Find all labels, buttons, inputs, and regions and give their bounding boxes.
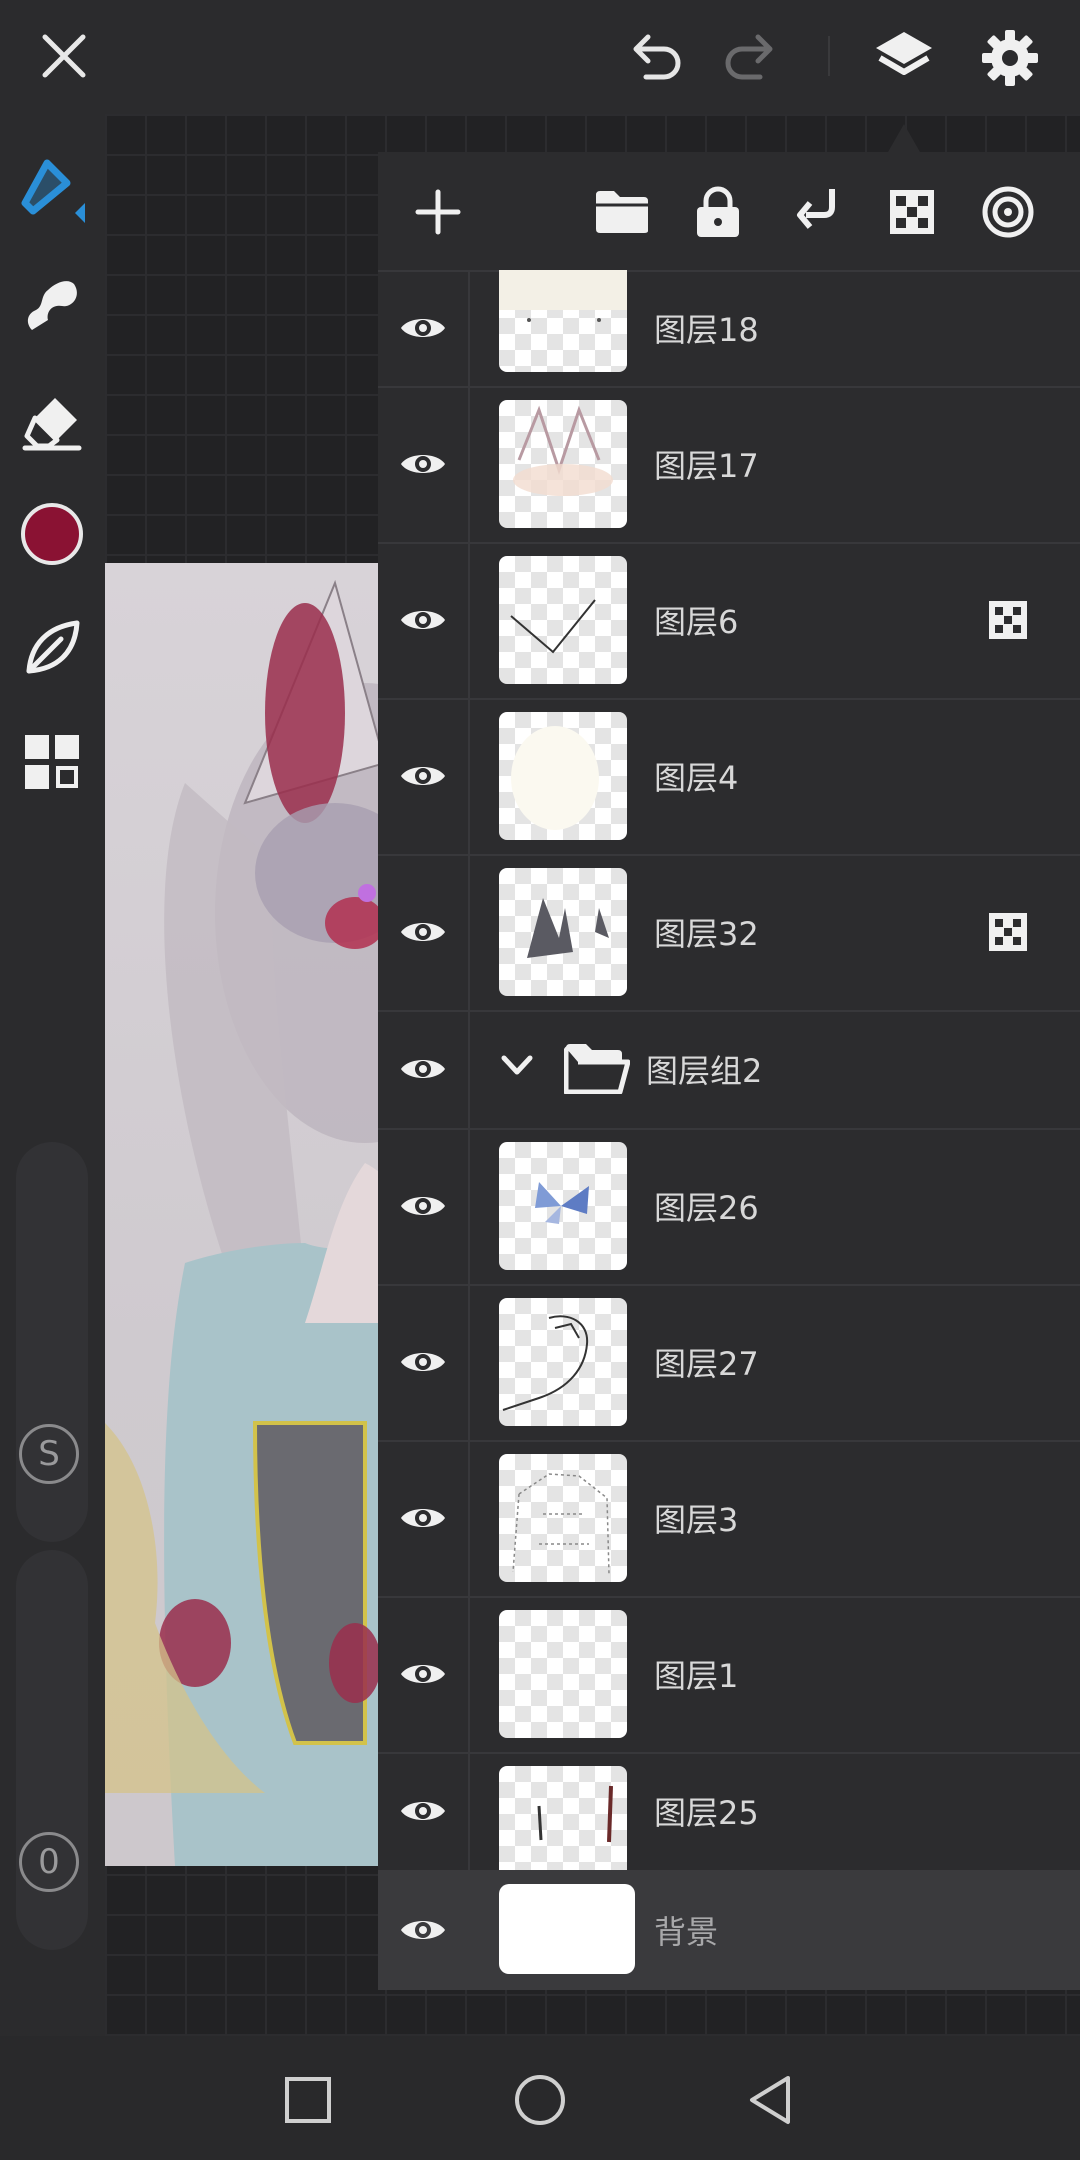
- folder-icon[interactable]: [590, 180, 654, 244]
- visibility-eye-icon[interactable]: [378, 1440, 470, 1596]
- layer-name: 图层26: [654, 1189, 759, 1227]
- visibility-eye-icon[interactable]: [378, 698, 470, 854]
- eraser-tool-icon[interactable]: [16, 386, 88, 458]
- layer-name: 图层32: [654, 915, 759, 953]
- layer-row[interactable]: 图层25: [378, 1752, 1080, 1870]
- layer-row[interactable]: 图层1: [378, 1596, 1080, 1754]
- background-layer-row[interactable]: 背景: [378, 1870, 1080, 1990]
- layer-thumbnail: [499, 868, 627, 996]
- layer-name: 图层17: [654, 447, 759, 485]
- home-circle-icon[interactable]: [504, 2064, 576, 2136]
- visibility-eye-icon[interactable]: [378, 1128, 470, 1284]
- layer-row[interactable]: 图层32: [378, 854, 1080, 1012]
- visibility-eye-icon[interactable]: [378, 1284, 470, 1440]
- layer-thumbnail: [499, 270, 627, 372]
- layers-panel-pointer: [888, 124, 920, 152]
- gear-icon[interactable]: [974, 22, 1046, 94]
- layer-row[interactable]: 图层3: [378, 1440, 1080, 1598]
- color-swatch[interactable]: [16, 498, 88, 570]
- materials-grid-icon[interactable]: [16, 726, 88, 798]
- pen-tool-icon[interactable]: [16, 154, 88, 226]
- layer-row[interactable]: 图层18: [378, 270, 1080, 388]
- layer-row[interactable]: 图层26: [378, 1128, 1080, 1286]
- alpha-lock-icon[interactable]: [880, 180, 944, 244]
- layers-panel-toolbar: [378, 152, 1080, 272]
- merge-down-icon[interactable]: [784, 180, 848, 244]
- layer-thumbnail: [499, 556, 627, 684]
- chevron-down-icon[interactable]: [500, 1054, 534, 1078]
- alpha-lock-badge-icon: [989, 601, 1027, 639]
- visibility-eye-icon[interactable]: [378, 386, 470, 542]
- layer-name: 图层4: [654, 759, 739, 797]
- layer-group-row[interactable]: 图层组2: [378, 1010, 1080, 1130]
- redo-icon[interactable]: [720, 26, 784, 90]
- layer-row[interactable]: 图层27: [378, 1284, 1080, 1442]
- lock-icon[interactable]: [686, 180, 750, 244]
- toolbar-divider: [828, 36, 830, 76]
- back-triangle-icon[interactable]: [734, 2064, 806, 2136]
- visibility-eye-icon[interactable]: [378, 542, 470, 698]
- layer-thumbnail: [499, 400, 627, 528]
- layer-row[interactable]: 图层17: [378, 386, 1080, 544]
- layer-thumbnail: [499, 1454, 627, 1582]
- visibility-eye-icon[interactable]: [378, 854, 470, 1010]
- layer-thumbnail: [499, 1298, 627, 1426]
- brush-opacity-badge[interactable]: 0: [19, 1832, 79, 1892]
- add-layer-icon[interactable]: [406, 180, 470, 244]
- open-folder-icon: [564, 1044, 630, 1094]
- visibility-eye-icon[interactable]: [378, 1870, 468, 1990]
- undo-icon[interactable]: [622, 26, 686, 90]
- left-toolbar: S 0: [0, 114, 105, 2036]
- top-bar: [0, 0, 1080, 114]
- layer-name: 图层25: [654, 1794, 759, 1832]
- layers-icon[interactable]: [868, 22, 940, 94]
- layer-name: 图层1: [654, 1657, 739, 1695]
- layer-thumbnail: [499, 1142, 627, 1270]
- visibility-eye-icon[interactable]: [378, 1596, 470, 1752]
- visibility-eye-icon[interactable]: [378, 1752, 470, 1870]
- layer-row[interactable]: 图层6: [378, 542, 1080, 700]
- layer-thumbnail: [499, 1610, 627, 1738]
- layer-thumbnail: [499, 1766, 627, 1870]
- layer-thumbnail: [499, 712, 627, 840]
- layer-name: 图层6: [654, 603, 739, 641]
- smudge-tool-icon[interactable]: [16, 270, 88, 342]
- recents-square-icon[interactable]: [272, 2064, 344, 2136]
- visibility-eye-icon[interactable]: [378, 1010, 470, 1128]
- layers-panel: 图层18 图层17 图层6 图层4 图层32 图层组2 图层26 图层27 图层…: [378, 152, 1080, 1990]
- layer-name: 图层27: [654, 1345, 759, 1383]
- visibility-eye-icon[interactable]: [378, 270, 470, 386]
- alpha-lock-badge-icon: [989, 913, 1027, 951]
- brush-library-icon[interactable]: [16, 612, 88, 684]
- system-nav-bar: [0, 2036, 1080, 2160]
- layer-name: 背景: [654, 1913, 719, 1951]
- layer-name: 图层18: [654, 311, 759, 349]
- reference-layer-icon[interactable]: [976, 180, 1040, 244]
- close-icon[interactable]: [32, 24, 96, 88]
- background-thumbnail: [499, 1884, 635, 1974]
- layer-name: 图层3: [654, 1501, 739, 1539]
- group-name: 图层组2: [646, 1052, 763, 1090]
- brush-size-badge[interactable]: S: [19, 1424, 79, 1484]
- layer-row[interactable]: 图层4: [378, 698, 1080, 856]
